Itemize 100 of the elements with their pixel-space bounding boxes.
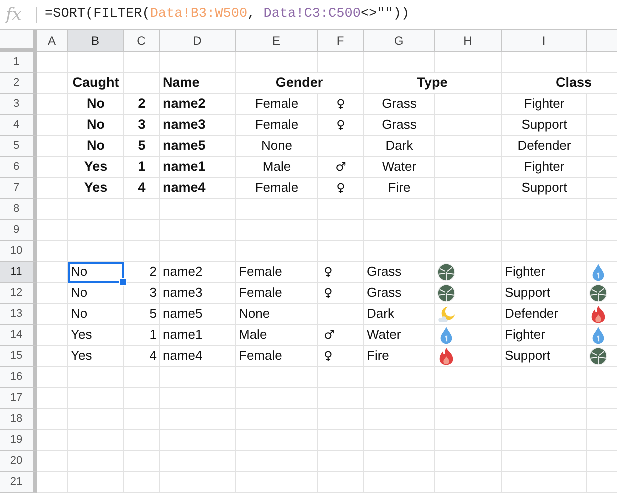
table-header: Name <box>162 74 201 92</box>
leaf-icon <box>589 284 608 303</box>
table-cell-text: 2 <box>137 95 147 113</box>
row-header[interactable]: 13 <box>0 304 37 325</box>
table-cell-text: 3 <box>148 284 158 302</box>
table-cell-text: ♀ <box>323 264 334 281</box>
select-all-corner[interactable] <box>0 30 37 52</box>
table-cell[interactable]: Yes <box>68 346 124 367</box>
row-header[interactable]: 5 <box>0 136 37 157</box>
table-cell-text: No <box>86 116 106 134</box>
flame-icon <box>437 347 456 366</box>
table-cell-text: name5 <box>162 137 207 155</box>
column-header[interactable]: B <box>68 30 124 52</box>
table-cell-text: Grass <box>366 263 403 281</box>
table-cell-text: name3 <box>162 116 207 134</box>
row-header[interactable]: 10 <box>0 241 37 262</box>
table-cell-text: 1 <box>137 158 147 176</box>
table-cell-text: name5 <box>162 305 204 323</box>
column-header[interactable]: F <box>318 30 364 52</box>
table-cell-text: Yes <box>83 158 109 176</box>
column-header[interactable]: D <box>160 30 236 52</box>
table-cell-text: Dark <box>366 305 396 323</box>
table-cell-text: ♀ <box>336 117 346 134</box>
table-cell-text: Yes <box>83 179 109 197</box>
table-cell-text: Grass <box>381 116 418 134</box>
table-cell-text: None <box>238 305 272 323</box>
table-cell-text: Defender <box>516 137 572 155</box>
table-cell-text: Female <box>238 347 284 365</box>
row-header[interactable]: 4 <box>0 115 37 136</box>
table-cell-text: Fire <box>387 179 412 197</box>
table-cell-text: No <box>86 95 106 113</box>
row-header[interactable]: 18 <box>0 409 37 430</box>
row-header[interactable]: 20 <box>0 451 37 472</box>
column-header[interactable]: H <box>435 30 502 52</box>
table-cell-text: name4 <box>162 347 204 365</box>
table-cell-text: Female <box>238 284 284 302</box>
row-header[interactable]: 17 <box>0 388 37 409</box>
table-cell-text: ♀ <box>323 285 334 302</box>
flame-icon <box>589 305 608 324</box>
table-cell-text: Male <box>238 326 268 344</box>
row-header[interactable]: 1 <box>0 52 37 73</box>
table-cell-text: 4 <box>137 179 147 197</box>
column-header[interactable]: C <box>124 30 160 52</box>
moon-cloud-icon <box>437 305 456 324</box>
row-header[interactable]: 16 <box>0 367 37 388</box>
fill-handle[interactable] <box>119 278 127 286</box>
table-cell-text: Grass <box>381 95 418 113</box>
row-header[interactable]: 15 <box>0 346 37 367</box>
table-cell-text: 4 <box>148 347 158 365</box>
row-header[interactable]: 2 <box>0 73 37 94</box>
table-cell-text: Female <box>254 95 300 113</box>
row-header[interactable]: 19 <box>0 430 37 451</box>
table-cell-text: Dark <box>384 137 414 155</box>
row-header[interactable]: 8 <box>0 199 37 220</box>
table-cell-text: name2 <box>162 95 207 113</box>
leaf-icon <box>437 284 456 303</box>
table-cell-text: Fighter <box>504 263 546 281</box>
row-header[interactable]: 11 <box>0 262 37 283</box>
row-header[interactable]: 6 <box>0 157 37 178</box>
function-icon: fx <box>6 4 28 24</box>
table-cell-text: ♀ <box>336 180 346 197</box>
table-cell[interactable]: No <box>68 283 124 304</box>
table-cell-text: Water <box>381 158 418 176</box>
table-cell-text: ♂ <box>334 159 348 176</box>
table-cell-text: 1 <box>148 326 158 344</box>
table-cell-text: Fighter <box>523 158 566 176</box>
table-cell[interactable]: Yes <box>68 325 124 346</box>
formula-text[interactable]: =SORT(FILTER(Data!B3:W500, Data!C3:C500<>"")) <box>45 7 410 22</box>
table-cell-text: Female <box>238 263 284 281</box>
table-cell-text: None <box>260 137 294 155</box>
table-cell-text: ♀ <box>336 96 346 113</box>
table-header: Caught <box>72 74 120 92</box>
table-cell-text: No <box>86 137 106 155</box>
column-header[interactable]: I <box>502 30 587 52</box>
column-header[interactable]: G <box>364 30 435 52</box>
table-cell-text: Male <box>262 158 292 176</box>
column-header[interactable]: A <box>37 30 68 52</box>
row-header[interactable]: 14 <box>0 325 37 346</box>
table-cell-text: Defender <box>504 305 560 323</box>
table-cell-text: ♀ <box>323 348 334 365</box>
leaf-icon <box>437 263 456 282</box>
row-header[interactable]: 7 <box>0 178 37 199</box>
table-cell-text: Female <box>254 116 300 134</box>
row-header[interactable]: 12 <box>0 283 37 304</box>
column-header[interactable]: E <box>236 30 318 52</box>
table-cell[interactable]: No <box>68 262 124 283</box>
table-cell-text: Female <box>254 179 300 197</box>
table-cell-text: Fighter <box>523 95 566 113</box>
table-cell-text: ♂ <box>323 327 336 344</box>
table-cell-text: name2 <box>162 263 204 281</box>
row-header[interactable]: 21 <box>0 472 37 493</box>
table-cell-text: name4 <box>162 179 207 197</box>
table-cell-text: Fire <box>366 347 390 365</box>
table-cell[interactable]: No <box>68 304 124 325</box>
row-header[interactable]: 9 <box>0 220 37 241</box>
table-cell-text: name3 <box>162 284 204 302</box>
table-cell-text: Support <box>520 116 568 134</box>
leaf-icon <box>589 347 608 366</box>
row-header[interactable]: 3 <box>0 94 37 115</box>
table-cell-text: Grass <box>366 284 403 302</box>
